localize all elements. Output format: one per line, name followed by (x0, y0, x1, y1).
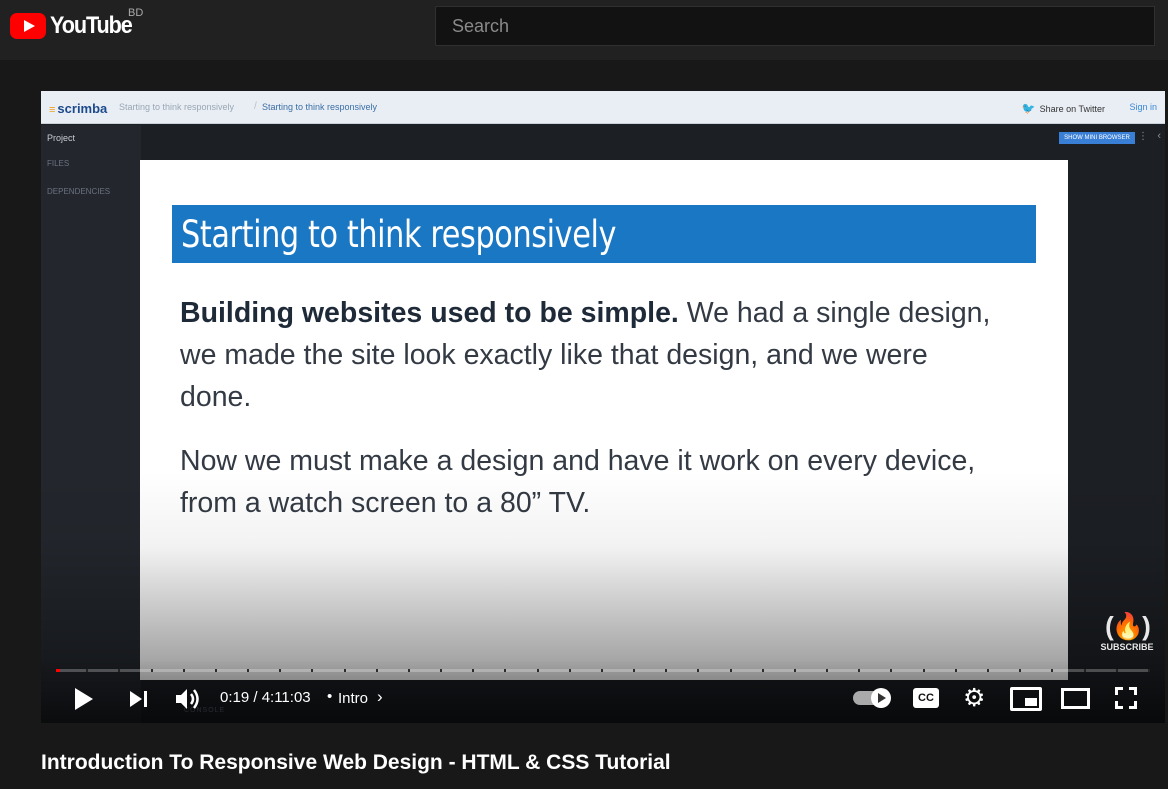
chapter-segment (153, 669, 185, 672)
youtube-logo[interactable]: YouTube (10, 12, 141, 40)
freecodecamp-fire-icon: (🔥) (1105, 611, 1151, 641)
volume-icon (176, 689, 199, 709)
slide-paragraph-2: Now we must make a design and have it wo… (180, 445, 976, 519)
theater-mode-button[interactable] (1061, 688, 1090, 709)
twitter-icon: 🐦 (1021, 103, 1036, 115)
chapter-segment (56, 669, 89, 672)
scrimba-share: 🐦 Share on Twitter (1021, 103, 1105, 115)
scrimba-sidebar: Project FILES DEPENDENCIES (41, 125, 141, 723)
chapter-segment (410, 669, 443, 672)
youtube-logo-text: YouTube (50, 12, 133, 39)
chapter-segment (764, 669, 796, 672)
chapter-segment (1053, 669, 1086, 672)
chapter-segment (249, 669, 282, 672)
captions-button[interactable]: CC (913, 688, 939, 708)
presentation-slide: Starting to think responsively Building … (140, 160, 1068, 680)
country-code: BD (128, 7, 144, 19)
chapter-segment (699, 669, 732, 672)
scrimba-logo: ≡ scrimba (49, 101, 108, 116)
chapter-segment (796, 669, 829, 672)
miniplayer-button[interactable] (1010, 687, 1042, 711)
chapter-segment (217, 669, 250, 672)
slide-title: Starting to think responsively (181, 213, 617, 256)
chapter-segment (635, 669, 668, 672)
chapter-segment (539, 669, 571, 672)
chapter-segment (860, 669, 893, 672)
masthead: YouTube BD (0, 0, 1168, 60)
scrimba-files-label: FILES (47, 159, 70, 168)
next-button[interactable] (130, 690, 148, 708)
chapter-segment (88, 669, 121, 672)
autoplay-toggle-icon (871, 688, 891, 708)
video-player[interactable]: ≡ scrimba Starting to think responsively … (41, 91, 1165, 723)
more-vert-icon: ⋮ (1138, 131, 1148, 142)
volume-button[interactable] (174, 686, 202, 717)
chapter-segment (925, 669, 957, 672)
subscribe-watermark[interactable]: (🔥) SUBSCRIBE (1099, 611, 1155, 652)
chapter-segment (571, 669, 603, 672)
chapter-segment (281, 669, 314, 672)
play-button[interactable] (75, 688, 93, 710)
chevron-right-icon[interactable]: › (377, 687, 383, 707)
slide-title-bar: Starting to think responsively (172, 205, 1036, 263)
chapter-markers (56, 669, 1150, 672)
video-title: Introduction To Responsive Web Design - … (41, 751, 671, 774)
chapter-segment (892, 669, 925, 672)
chapter-segment (603, 669, 636, 672)
chapter-segment (1086, 669, 1118, 672)
slide-paragraph-1: Building websites used to be simple. We … (180, 292, 1000, 418)
chevron-left-icon: ‹ (1157, 130, 1161, 142)
chapter-segment (378, 669, 410, 672)
chapter-segment (185, 669, 217, 672)
chapter-segment (506, 669, 539, 672)
scrimba-breadcrumb-parent: Starting to think responsively (119, 102, 235, 112)
time-display: 0:19 / 4:11:03 (220, 689, 311, 706)
scrimba-topbar: ≡ scrimba Starting to think responsively … (41, 91, 1165, 124)
scrimba-signin: Sign in (1129, 102, 1157, 112)
chapter-segment (346, 669, 378, 672)
chapter-segment (120, 669, 153, 672)
subscribe-label: SUBSCRIBE (1100, 642, 1154, 652)
chapter-segment (1021, 669, 1054, 672)
scrimba-dependencies-label: DEPENDENCIES (47, 187, 111, 196)
chapter-separator: • (327, 688, 333, 705)
chapter-segment (989, 669, 1022, 672)
autoplay-toggle[interactable] (853, 688, 891, 708)
fullscreen-button[interactable] (1115, 687, 1137, 709)
chapter-segment (1118, 669, 1150, 672)
breadcrumb-separator: / (254, 101, 257, 112)
youtube-play-logo-icon (10, 13, 46, 39)
settings-button[interactable]: ⚙ (963, 683, 985, 713)
scrimba-logo-icon: ≡ (49, 104, 56, 116)
slide-paragraph-1-bold: Building websites used to be simple. (180, 297, 679, 329)
scrimba-mini-browser-button: SHOW MINI BROWSER (1059, 132, 1135, 144)
chapter-segment (957, 669, 989, 672)
next-icon (130, 691, 142, 707)
chapter-segment (732, 669, 764, 672)
scrimba-project-label: Project (47, 133, 76, 143)
chapter-title[interactable]: Intro (338, 690, 368, 707)
search-box[interactable] (435, 6, 1155, 46)
search-input[interactable] (436, 7, 1154, 45)
chapter-segment (667, 669, 700, 672)
settings-icon: ⚙ (963, 684, 986, 712)
chapter-segment (442, 669, 475, 672)
chapter-segment (313, 669, 346, 672)
chapter-segment (828, 669, 861, 672)
scrimba-breadcrumb-current: Starting to think responsively (262, 102, 378, 112)
chapter-segment (474, 669, 507, 672)
